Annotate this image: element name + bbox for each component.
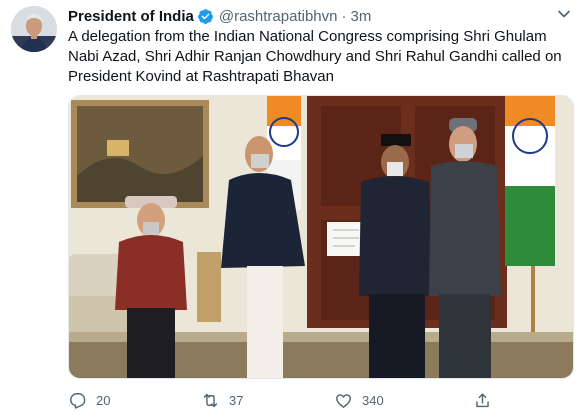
avatar[interactable] xyxy=(11,6,57,52)
reply-button[interactable]: 20 xyxy=(68,391,110,410)
share-button[interactable] xyxy=(473,391,492,410)
separator-dot: · xyxy=(341,7,347,25)
tweet[interactable]: President of India @rashtrapatibhvn · 3m… xyxy=(0,0,586,419)
tweet-actions: 20 37 340 xyxy=(68,388,574,412)
chevron-down-icon[interactable] xyxy=(554,4,574,24)
retweet-count: 37 xyxy=(229,392,244,408)
tweet-text: A delegation from the Indian National Co… xyxy=(68,28,562,85)
share-icon xyxy=(476,392,489,407)
author-handle[interactable]: @rashtrapatibhvn xyxy=(219,8,338,25)
tweet-timestamp[interactable]: 3m xyxy=(350,8,371,25)
avatar-image xyxy=(11,6,57,52)
tweet-header: President of India @rashtrapatibhvn · 3m xyxy=(68,6,371,26)
tweet-photo[interactable] xyxy=(68,95,574,379)
retweet-icon xyxy=(203,393,218,407)
like-count: 340 xyxy=(362,392,384,408)
verified-badge-icon xyxy=(197,8,213,24)
author-name[interactable]: President of India xyxy=(68,8,194,25)
retweet-button[interactable]: 37 xyxy=(201,391,243,410)
reply-icon xyxy=(70,392,86,409)
reply-count: 20 xyxy=(96,392,111,408)
heart-icon xyxy=(336,393,351,408)
like-button[interactable]: 340 xyxy=(334,391,384,410)
delegation-photo xyxy=(69,96,573,378)
